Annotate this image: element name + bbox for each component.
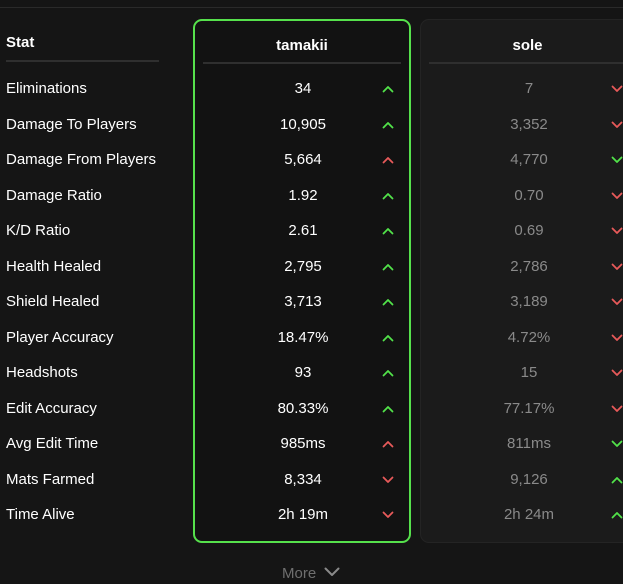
arrow-down-icon — [611, 334, 623, 342]
arrow-up-icon — [382, 369, 394, 377]
arrow-down-icon — [611, 440, 623, 448]
stat-value: 8,334 — [284, 470, 322, 488]
stat-value: 0.70 — [514, 186, 544, 204]
stat-value: 5,664 — [284, 151, 322, 168]
arrow-down-icon — [611, 156, 623, 164]
stat-label: Mats Farmed — [6, 470, 95, 488]
stat-label: Damage Ratio — [6, 186, 102, 204]
stat-value: 3,713 — [284, 293, 322, 310]
stat-label: K/D Ratio — [6, 222, 71, 239]
stat-value: 18.47% — [277, 328, 329, 346]
player-name-underline — [203, 62, 401, 64]
stat-value: 2.61 — [288, 222, 318, 239]
stat-value: 2,795 — [284, 257, 322, 275]
arrow-up-icon — [382, 263, 394, 271]
stat-value: 811ms — [507, 435, 551, 452]
stat-value: 80.33% — [277, 399, 329, 417]
stat-label: Player Accuracy — [6, 328, 114, 346]
chevron-down-icon — [324, 564, 340, 582]
stat-value: 1.92 — [288, 186, 318, 204]
arrow-up-icon — [611, 476, 623, 484]
stat-value: 4,770 — [510, 151, 548, 168]
stat-value: 9,126 — [510, 470, 548, 488]
stat-label: Time Alive — [6, 506, 75, 523]
stat-label: Edit Accuracy — [6, 399, 97, 417]
arrow-down-icon — [611, 298, 623, 306]
arrow-up-icon — [382, 156, 394, 164]
stat-label: Avg Edit Time — [6, 435, 99, 452]
stat-value: 93 — [294, 364, 312, 381]
arrow-down-icon — [611, 369, 623, 377]
player-name: tamakii — [276, 37, 328, 54]
stat-value: 4.72% — [507, 328, 551, 346]
player-card-tamakii[interactable]: tamakii 34 10,905 5,664 1.92 2.61 2,795 3,713 1… — [193, 19, 411, 543]
stat-value: 34 — [294, 80, 312, 97]
stat-value: 77.17% — [503, 399, 555, 417]
arrow-down-icon — [611, 85, 623, 93]
arrow-down-icon — [611, 121, 623, 129]
arrow-up-icon — [382, 121, 394, 129]
stat-value: 2h 19m — [277, 506, 329, 523]
stat-label: Eliminations — [6, 80, 87, 97]
arrow-up-icon — [382, 298, 394, 306]
stat-value: 2,786 — [510, 257, 548, 275]
arrow-up-icon — [611, 511, 623, 519]
arrow-up-icon — [382, 227, 394, 235]
stat-header: Stat — [6, 34, 35, 51]
stat-value: 15 — [520, 364, 538, 381]
player-card-sole[interactable]: sole 7 3,352 4,770 0.70 0.69 2,786 3,189 4.72% 1… — [420, 19, 623, 543]
stat-value: 0.69 — [514, 222, 544, 239]
stat-value: 7 — [524, 80, 534, 97]
more-label: More — [282, 564, 317, 582]
stat-header-underline — [6, 60, 159, 62]
arrow-up-icon — [382, 85, 394, 93]
stat-value: 2h 24m — [503, 506, 555, 523]
arrow-down-icon — [611, 263, 623, 271]
arrow-up-icon — [382, 405, 394, 413]
stat-label: Damage From Players — [6, 151, 157, 168]
arrow-down-icon — [382, 476, 394, 484]
top-divider — [0, 7, 623, 8]
stat-label: Shield Healed — [6, 293, 100, 310]
stat-label: Headshots — [6, 364, 78, 381]
arrow-up-icon — [382, 334, 394, 342]
arrow-up-icon — [382, 440, 394, 448]
player-name: sole — [512, 37, 543, 54]
stat-label: Health Healed — [6, 257, 102, 275]
stat-value: 10,905 — [280, 115, 326, 133]
arrow-down-icon — [611, 227, 623, 235]
more-button[interactable]: More — [282, 564, 340, 582]
stat-label: Damage To Players — [6, 115, 137, 133]
stat-value: 3,352 — [510, 115, 548, 133]
player-name-underline — [429, 62, 623, 64]
arrow-down-icon — [611, 405, 623, 413]
stat-value: 985ms — [280, 435, 326, 452]
arrow-down-icon — [611, 192, 623, 200]
stat-value: 3,189 — [510, 293, 548, 310]
arrow-down-icon — [382, 511, 394, 519]
arrow-up-icon — [382, 192, 394, 200]
